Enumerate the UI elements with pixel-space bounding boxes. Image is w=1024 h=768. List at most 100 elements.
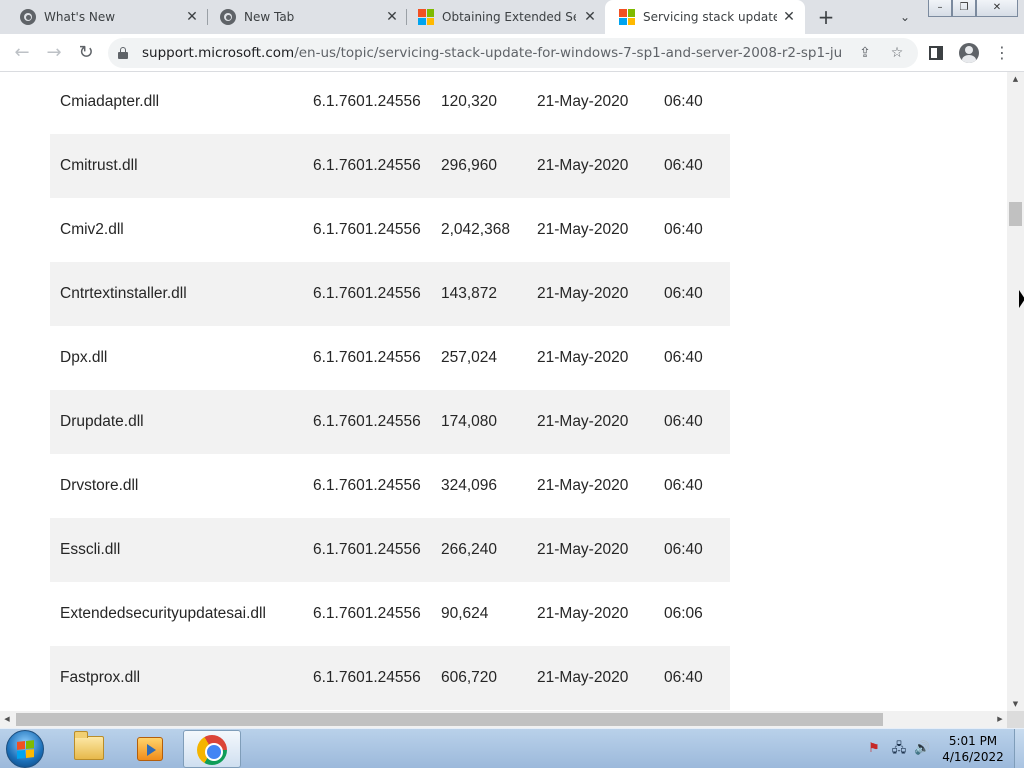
file-time-cell: 06:40 [664,390,730,454]
tab-search-button[interactable]: ⌄ [894,6,916,28]
back-button[interactable]: ← [10,41,34,65]
reload-button[interactable]: ↻ [74,41,98,65]
file-version-cell: 6.1.7601.24556 [313,477,421,494]
table-row: Cmiv2.dll 6.1.7601.24556 2,042,368 21-May-2… [50,198,730,262]
scroll-down-arrow[interactable]: ▼ [1007,697,1024,711]
lock-icon[interactable] [118,47,128,59]
file-name-cell: Fastprox.dll [50,646,302,710]
mouse-cursor-icon [1019,290,1024,308]
windows-logo-icon [17,740,34,759]
file-size-cell: 606,720 [441,646,537,710]
scroll-right-arrow[interactable]: ▶ [993,711,1007,728]
menu-icon[interactable]: ⋮ [992,43,1012,63]
file-size-cell: 174,080 [441,390,537,454]
file-size-cell: 120,320 [441,93,498,110]
file-size-cell: 143,872 [441,262,537,326]
microsoft-icon [418,9,434,25]
file-name-cell: Extendedsecurityupdatesai.dll [60,605,266,622]
new-tab-button[interactable]: + [814,5,838,29]
action-center-flag-icon[interactable]: ⚑ [866,741,882,757]
file-size-cell: 257,024 [441,349,498,366]
file-size-cell: 2,042,368 [441,221,510,238]
file-version-cell: 6.1.7601.24556 [313,605,421,622]
network-icon[interactable]: 🖧 [891,741,907,757]
file-version-cell: 6.1.7601.24556 [313,93,421,110]
vertical-scrollbar[interactable]: ▲ ▼ [1007,72,1024,711]
tab-title: Obtaining Extended Secu [442,10,576,24]
start-button[interactable] [6,730,44,768]
file-date-cell: 21-May-2020 [537,262,664,326]
file-date-cell: 21-May-2020 [537,518,664,582]
file-time-cell: 06:06 [664,605,703,622]
file-name-cell: Cmiadapter.dll [60,93,160,110]
file-date-cell: 21-May-2020 [537,477,629,494]
table-row: Drupdate.dll 6.1.7601.24556 174,080 21-May-… [50,390,730,454]
table-row: Drvstore.dll 6.1.7601.24556 324,096 21-May-… [50,454,730,518]
file-name-cell: Drvstore.dll [60,477,139,494]
url-text[interactable]: support.microsoft.com/en-us/topic/servic… [142,45,842,61]
minimize-button[interactable]: – [928,0,952,17]
table-row: Cmitrust.dll 6.1.7601.24556 296,960 21-May-… [50,134,730,198]
tab-title: New Tab [244,10,295,24]
tab-title: What's New [44,10,116,24]
tab-obtaining-esu[interactable]: Obtaining Extended Secu ✕ [404,0,604,34]
windows-taskbar: ⚑ 🖧 🔊 5:01 PM 4/16/2022 [0,728,1024,768]
browser-toolbar: ← → ↻ support.microsoft.com/en-us/topic/… [0,34,1024,72]
file-date-cell: 21-May-2020 [537,349,629,366]
file-version-cell: 6.1.7601.24556 [302,390,441,454]
maximize-button[interactable]: ❐ [952,0,976,17]
share-icon[interactable]: ⇪ [856,44,874,62]
horizontal-scrollbar[interactable]: ◀ ▶ [0,711,1007,728]
file-size-cell: 324,096 [441,477,498,494]
volume-icon[interactable]: 🔊 [914,741,930,757]
url-path: /en-us/topic/servicing-stack-update-for-… [294,45,842,61]
file-time-cell: 06:40 [664,221,703,238]
file-time-cell: 06:40 [664,134,730,198]
file-information-table: Cmiadapter.dll 6.1.7601.24556 120,320 21-Ma… [50,72,730,710]
close-icon[interactable]: ✕ [184,9,200,25]
vertical-scroll-thumb[interactable] [1009,202,1022,226]
clock-time: 5:01 PM [948,734,998,748]
file-name-cell: Cmiv2.dll [60,221,124,238]
scroll-left-arrow[interactable]: ◀ [0,711,14,728]
file-size-cell: 90,624 [441,605,489,622]
url-host: support.microsoft.com [142,45,295,61]
tab-whats-new[interactable]: What's New ✕ [6,0,206,34]
horizontal-scroll-thumb[interactable] [16,713,883,726]
address-bar[interactable]: support.microsoft.com/en-us/topic/servic… [108,38,918,68]
close-icon[interactable]: ✕ [582,9,598,25]
taskbar-media-player-button[interactable] [121,730,179,768]
taskbar-chrome-button[interactable] [183,730,241,768]
forward-button[interactable]: → [42,41,66,65]
media-player-icon [137,737,163,761]
close-icon[interactable]: ✕ [781,9,797,25]
table-row: Cmiadapter.dll 6.1.7601.24556 120,320 21-Ma… [50,72,730,134]
bookmark-star-icon[interactable]: ☆ [888,44,906,62]
page-content: Cmiadapter.dll 6.1.7601.24556 120,320 21-Ma… [0,72,1007,711]
system-clock[interactable]: 5:01 PM 4/16/2022 [937,733,1009,765]
file-version-cell: 6.1.7601.24556 [313,349,421,366]
folder-icon [74,731,104,760]
close-icon[interactable]: ✕ [384,9,400,25]
show-desktop-button[interactable] [1014,729,1024,768]
file-name-cell: Drupdate.dll [50,390,302,454]
scroll-up-arrow[interactable]: ▲ [1007,72,1024,86]
tab-servicing-stack[interactable]: Servicing stack update fo ✕ [605,0,805,34]
file-name-cell: Dpx.dll [60,349,108,366]
taskbar-explorer-button[interactable] [60,730,118,768]
file-date-cell: 21-May-2020 [537,134,664,198]
table-row: Fastprox.dll 6.1.7601.24556 606,720 21-May-… [50,646,730,710]
tab-strip: What's New ✕ New Tab ✕ Obtaining Extende… [0,0,1024,34]
clock-date: 4/16/2022 [942,750,1004,764]
profile-icon[interactable] [959,43,979,63]
tab-new-tab[interactable]: New Tab ✕ [206,0,406,34]
file-version-cell: 6.1.7601.24556 [313,221,421,238]
table-row: Cntrtextinstaller.dll 6.1.7601.24556 143,8… [50,262,730,326]
side-panel-icon[interactable] [926,43,946,63]
file-version-cell: 6.1.7601.24556 [302,262,441,326]
file-time-cell: 06:40 [664,646,730,710]
table-row: Esscli.dll 6.1.7601.24556 266,240 21-May-20… [50,518,730,582]
file-size-cell: 296,960 [441,134,537,198]
table-row: Dpx.dll 6.1.7601.24556 257,024 21-May-2020 0… [50,326,730,390]
close-window-button[interactable]: ✕ [976,0,1018,17]
